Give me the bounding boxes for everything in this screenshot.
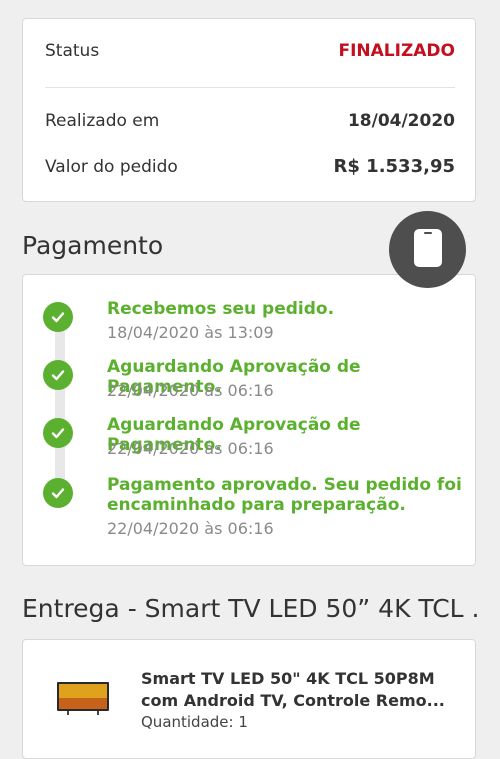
order-total-row: Valor do pedido R$ 1.533,95 [45, 156, 455, 177]
order-total-value: R$ 1.533,95 [333, 156, 455, 177]
delivery-section-title: Entrega - Smart TV LED 50” 4K TCL ... [22, 594, 478, 623]
step-date: 22/04/2020 às 06:16 [107, 439, 274, 458]
step-date: 18/04/2020 às 13:09 [107, 323, 274, 342]
status-row: Status FINALIZADO [45, 41, 455, 61]
product-name: Smart TV LED 50" 4K TCL 50P8M com Androi… [141, 668, 461, 712]
timeline-track [55, 315, 65, 485]
order-date-value: 18/04/2020 [347, 111, 455, 131]
payment-section-title: Pagamento [22, 231, 164, 260]
product-name-line: com Android TV, Controle Remo... [141, 691, 445, 710]
product-name-line: Smart TV LED 50" 4K TCL 50P8M [141, 669, 435, 688]
floating-phone-button[interactable] [389, 211, 466, 288]
step-date: 22/04/2020 às 06:16 [107, 381, 274, 400]
step-title-line: Pagamento aprovado. Seu pedido foi [107, 475, 462, 495]
step-title: Recebemos seu pedido. [107, 299, 335, 319]
step-date: 22/04/2020 às 06:16 [107, 519, 274, 538]
order-total-label: Valor do pedido [45, 156, 178, 177]
order-date-row: Realizado em 18/04/2020 [45, 111, 455, 131]
product-thumbnail [55, 680, 111, 716]
divider [45, 87, 455, 88]
payment-timeline-card: Recebemos seu pedido. 18/04/2020 às 13:0… [22, 274, 476, 566]
phone-icon [411, 226, 445, 274]
check-circle-icon [43, 478, 73, 508]
step-title: Pagamento aprovado. Seu pedido foi encam… [107, 475, 465, 515]
product-quantity: Quantidade: 1 [141, 713, 248, 731]
check-circle-icon [43, 302, 73, 332]
order-summary-card: Status FINALIZADO Realizado em 18/04/202… [22, 18, 476, 202]
check-circle-icon [43, 418, 73, 448]
status-value: FINALIZADO [338, 41, 455, 61]
order-date-label: Realizado em [45, 111, 160, 131]
check-circle-icon [43, 360, 73, 390]
status-label: Status [45, 41, 100, 61]
step-title-line: encaminhado para preparação. [107, 495, 406, 515]
product-card[interactable]: Smart TV LED 50" 4K TCL 50P8M com Androi… [22, 639, 476, 759]
